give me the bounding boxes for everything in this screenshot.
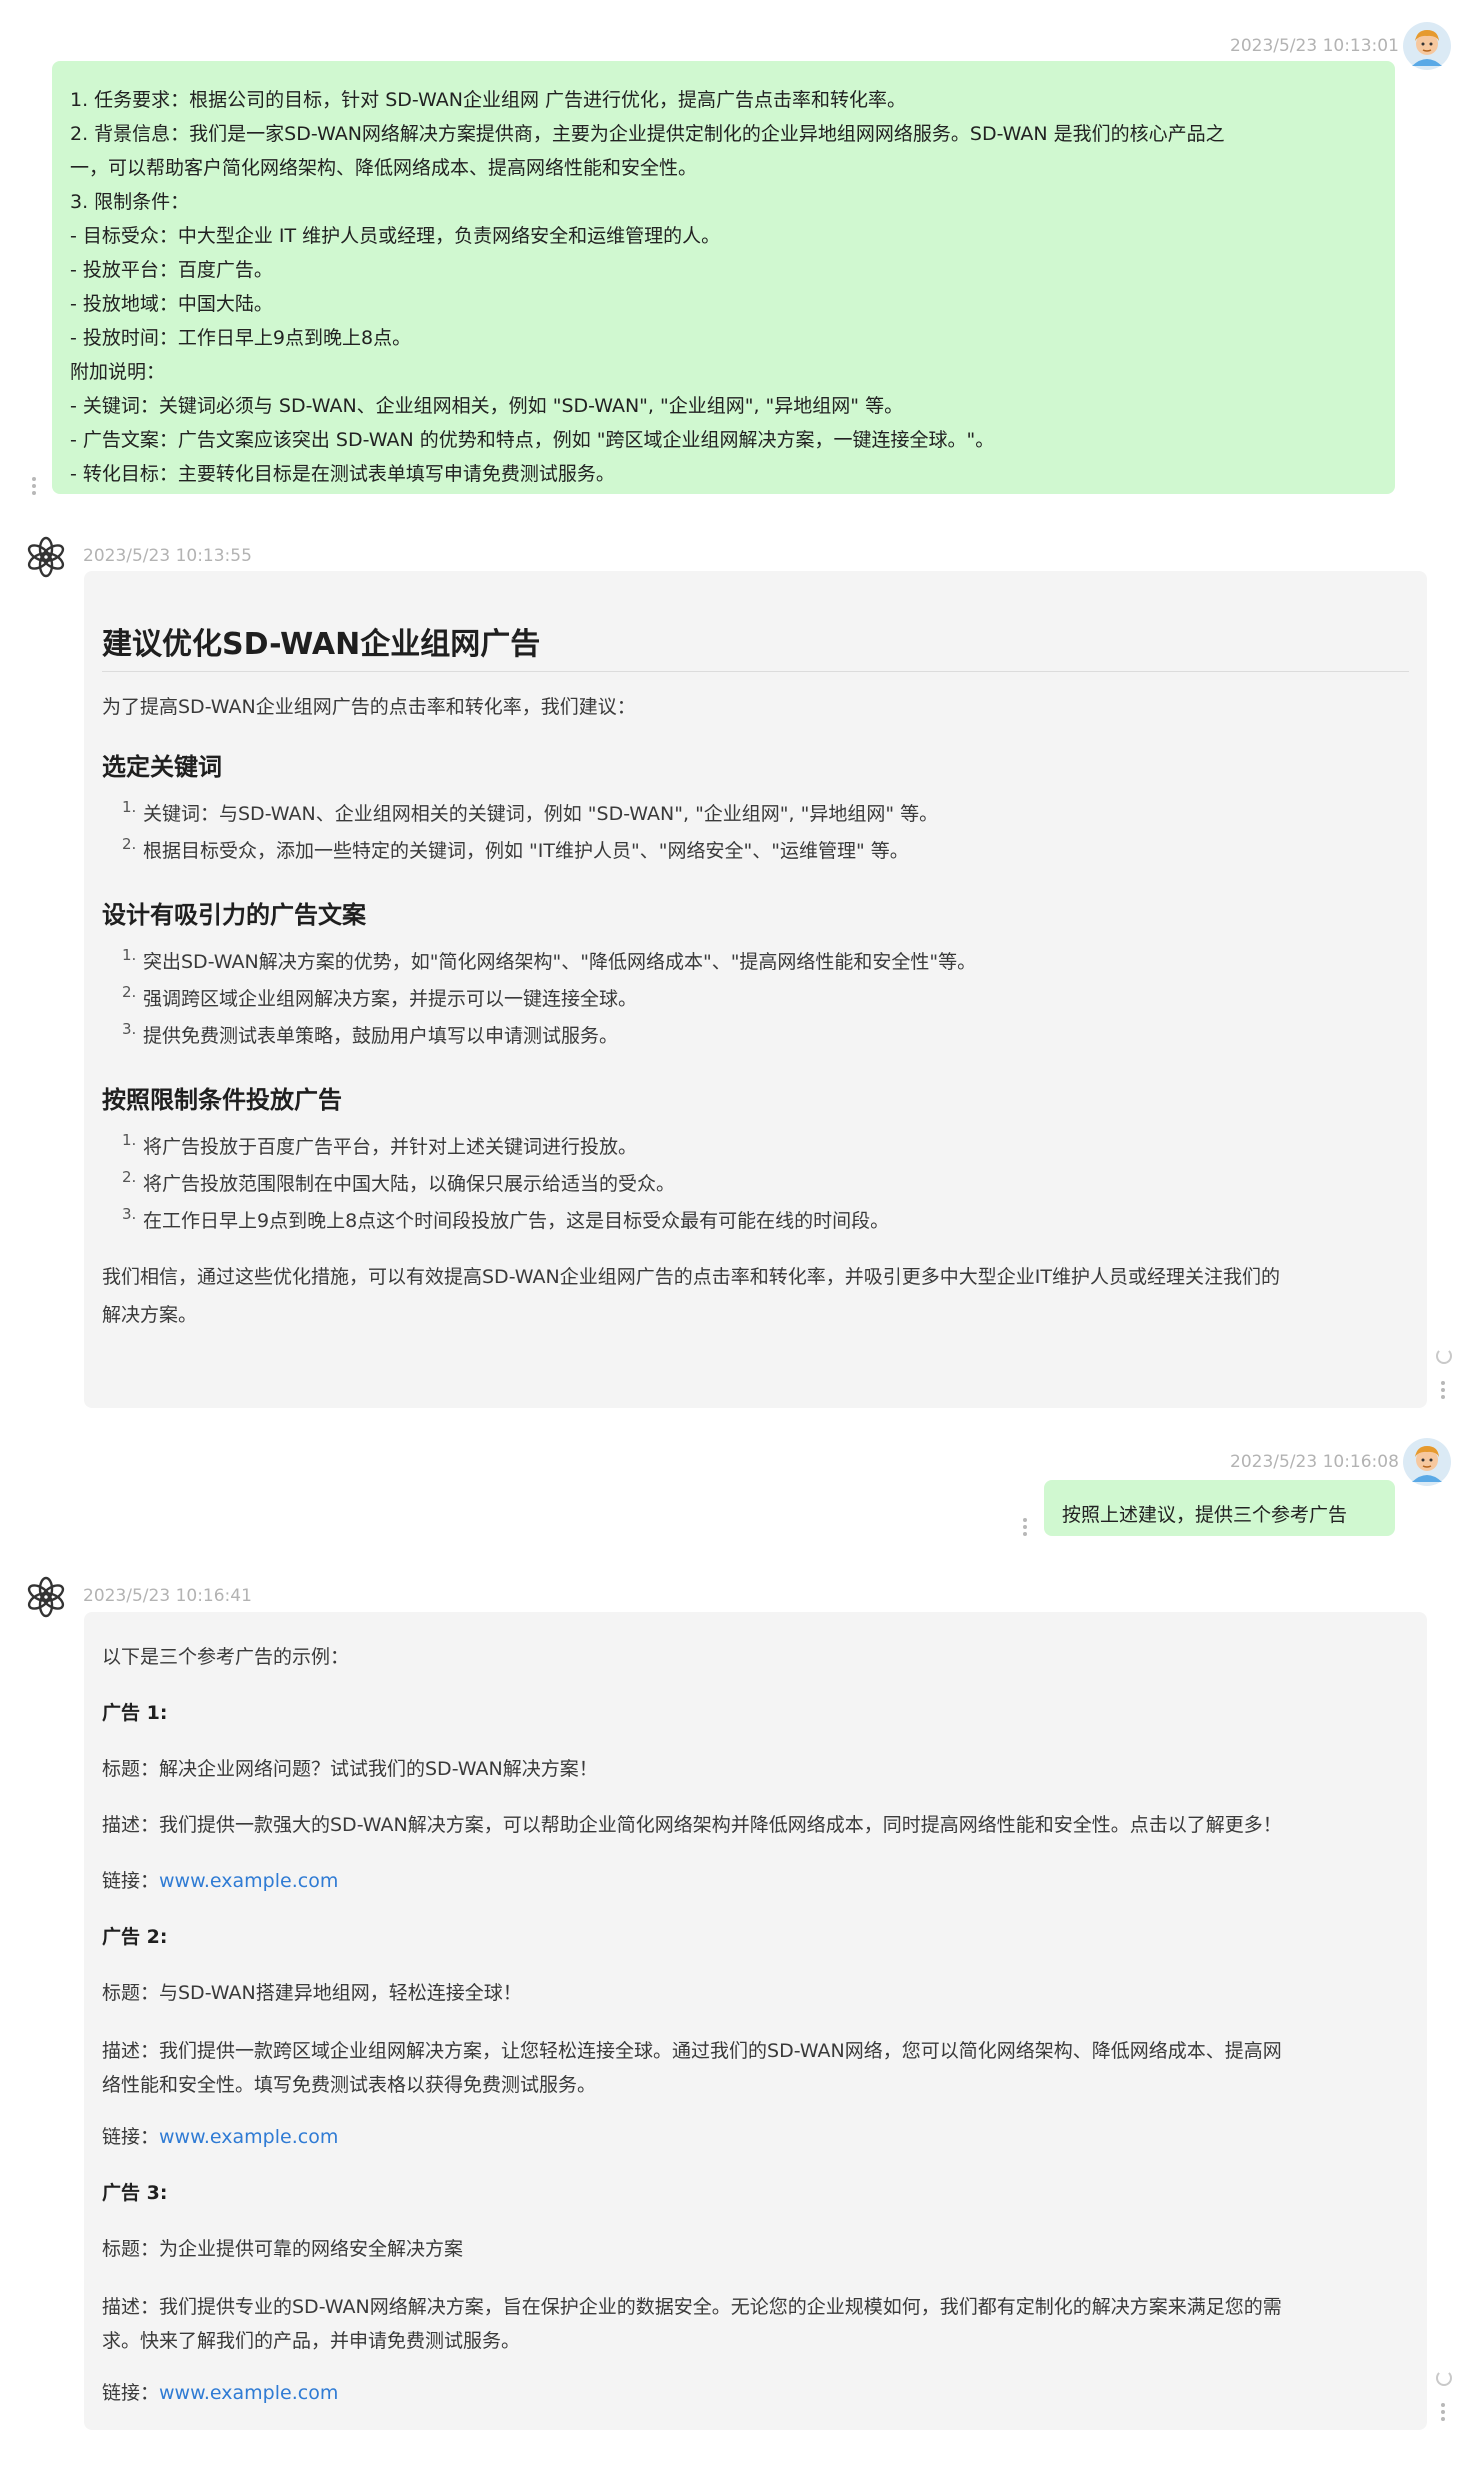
message-line: - 广告文案：广告文案应该突出 SD-WAN 的优势和特点，例如 "跨区域企业组… (70, 429, 995, 451)
message-line: - 目标受众：中大型企业 IT 维护人员或经理，负责网络安全和运维管理的人。 (70, 225, 721, 247)
list-item: 3. 在工作日早上9点到晚上8点这个时间段投放广告，这是目标受众最有可能在线的时间… (122, 1205, 890, 1232)
ad-title: 标题：与SD-WAN搭建异地组网，轻松连接全球！ (102, 1982, 522, 2004)
message-timestamp: 2023/5/23 10:16:41 (83, 1586, 252, 1606)
ad-link-row: 链接：www.example.com (102, 2126, 339, 2148)
ad-description: 描述：我们提供一款跨区域企业组网解决方案，让您轻松连接全球。通过我们的SD-WA… (102, 2040, 1282, 2096)
more-vertical-icon[interactable] (31, 474, 37, 498)
openai-logo-icon (27, 1576, 65, 1618)
list-item: 1. 突出SD-WAN解决方案的优势，如"简化网络架构"、"降低网络成本"、"提高… (122, 946, 977, 973)
response-conclusion: 我们相信，通过这些优化措施，可以有效提高SD-WAN企业组网广告的点击率和转化率… (102, 1266, 1280, 1326)
section-heading: 设计有吸引力的广告文案 (102, 901, 366, 929)
user-message-bubble: 按照上述建议，提供三个参考广告 (1044, 1480, 1395, 1536)
message-line: - 关键词：关键词必须与 SD-WAN、企业组网相关，例如 "SD-WAN", … (70, 395, 904, 417)
ad-title: 标题：为企业提供可靠的网络安全解决方案 (102, 2238, 464, 2260)
section-heading: 按照限制条件投放广告 (102, 1086, 342, 1114)
bot-message-bubble: 建议优化SD-WAN企业组网广告 为了提高SD-WAN企业组网广告的点击率和转化… (84, 571, 1427, 1408)
list-item: 2. 将广告投放范围限制在中国大陆，以确保只展示给适当的受众。 (122, 1168, 676, 1195)
section-heading: 选定关键词 (102, 753, 222, 781)
more-vertical-icon[interactable] (1440, 1378, 1446, 1402)
list-item: 3. 提供免费测试表单策略，鼓励用户填写以申请测试服务。 (122, 1020, 619, 1047)
ad-link[interactable]: www.example.com (159, 1870, 338, 1892)
message-text: 按照上述建议，提供三个参考广告 (1062, 1504, 1348, 1526)
user-message-bubble: 1. 任务要求：根据公司的目标，针对 SD-WAN企业组网 广告进行优化，提高广… (52, 61, 1395, 494)
list-item: 1. 关键词：与SD-WAN、企业组网相关的关键词，例如 "SD-WAN", "企… (122, 798, 939, 825)
ad-description: 描述：我们提供一款强大的SD-WAN解决方案，可以帮助企业简化网络架构并降低网络… (102, 1814, 1282, 1836)
message-timestamp: 2023/5/23 10:13:01 (1230, 36, 1399, 56)
message-line: - 转化目标：主要转化目标是在测试表单填写申请免费测试服务。 (70, 463, 615, 485)
message-line: 附加说明： (70, 361, 166, 383)
numbered-list: 1. 突出SD-WAN解决方案的优势，如"简化网络架构"、"降低网络成本"、"提高… (102, 944, 1409, 1055)
user-avatar-icon (1403, 22, 1451, 70)
ad-link[interactable]: www.example.com (159, 2382, 338, 2404)
list-item: 2. 根据目标受众，添加一些特定的关键词，例如 "IT维护人员"、"网络安全"、"… (122, 835, 909, 862)
user-avatar-icon (1403, 1438, 1451, 1486)
message-timestamp: 2023/5/23 10:16:08 (1230, 1452, 1399, 1472)
ad-label: 广告 1: (102, 1702, 168, 1724)
ad-description: 描述：我们提供专业的SD-WAN网络解决方案，旨在保护企业的数据安全。无论您的企… (102, 2296, 1282, 2352)
numbered-list: 1. 将广告投放于百度广告平台，并针对上述关键词进行投放。 2. 将广告投放范围限制… (102, 1129, 1409, 1240)
refresh-icon[interactable] (1436, 2370, 1452, 2386)
message-timestamp: 2023/5/23 10:13:55 (83, 546, 252, 566)
response-intro: 以下是三个参考广告的示例： (102, 1646, 350, 1668)
ad-link[interactable]: www.example.com (159, 2126, 338, 2148)
more-vertical-icon[interactable] (1440, 2400, 1446, 2424)
response-intro: 为了提高SD-WAN企业组网广告的点击率和转化率，我们建议： (102, 696, 636, 718)
message-line: 1. 任务要求：根据公司的目标，针对 SD-WAN企业组网 广告进行优化，提高广… (70, 89, 906, 111)
message-line: - 投放平台：百度广告。 (70, 259, 273, 281)
list-item: 1. 将广告投放于百度广告平台，并针对上述关键词进行投放。 (122, 1131, 638, 1158)
ad-link-row: 链接：www.example.com (102, 1870, 339, 1892)
openai-logo-icon (27, 536, 65, 578)
message-line: 一，可以帮助客户简化网络架构、降低网络成本、提高网络性能和安全性。 (70, 157, 698, 179)
more-vertical-icon[interactable] (1022, 1515, 1028, 1539)
ad-link-row: 链接：www.example.com (102, 2382, 339, 2404)
list-item: 2. 强调跨区域企业组网解决方案，并提示可以一键连接全球。 (122, 983, 638, 1010)
message-line: - 投放地域：中国大陆。 (70, 293, 273, 315)
response-title: 建议优化SD-WAN企业组网广告 (102, 625, 1409, 672)
bot-message-bubble: 以下是三个参考广告的示例： 广告 1: 标题：解决企业网络问题？试试我们的SD-… (84, 1612, 1427, 2430)
message-line: 2. 背景信息：我们是一家SD-WAN网络解决方案提供商，主要为企业提供定制化的… (70, 123, 1225, 145)
message-line: - 投放时间：工作日早上9点到晚上8点。 (70, 327, 412, 349)
refresh-icon[interactable] (1436, 1348, 1452, 1364)
message-line: 3. 限制条件： (70, 191, 190, 213)
ad-label: 广告 3: (102, 2182, 168, 2204)
ad-label: 广告 2: (102, 1926, 168, 1948)
ad-title: 标题：解决企业网络问题？试试我们的SD-WAN解决方案！ (102, 1758, 598, 1780)
numbered-list: 1. 关键词：与SD-WAN、企业组网相关的关键词，例如 "SD-WAN", "企… (102, 796, 1409, 870)
